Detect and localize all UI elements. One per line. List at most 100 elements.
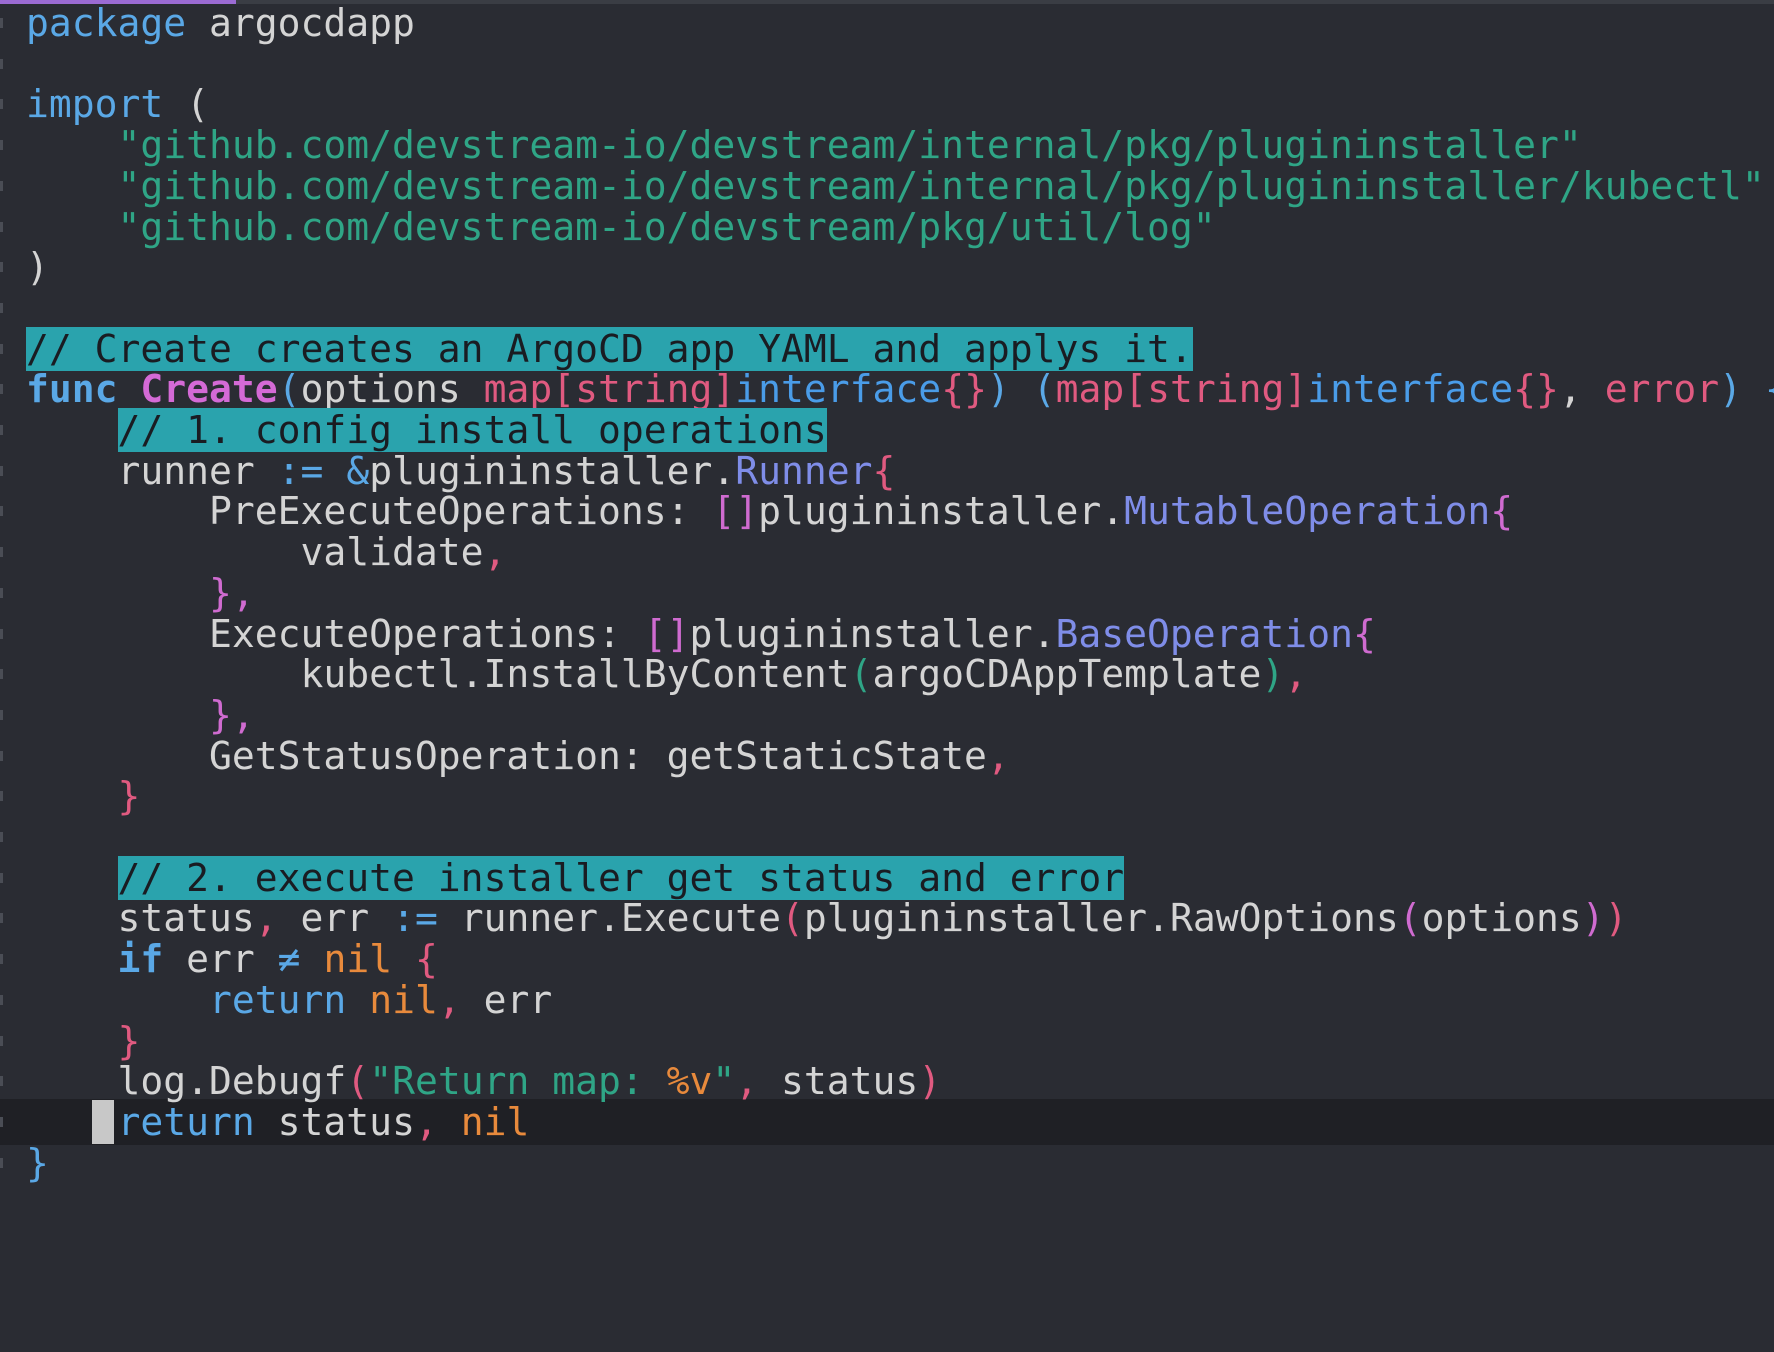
code-token: argocdapp [186,1,415,45]
gutter-marker [0,466,3,476]
code-token: nil [323,937,393,981]
code-token: , [437,978,461,1022]
gutter-marker [0,303,3,313]
code-token: "Return map: [369,1059,667,1103]
code-token: & [346,449,370,493]
code-token: { [414,937,438,981]
code-line[interactable]: GetStatusOperation: getStaticState, [26,733,1010,779]
gutter-marker [0,181,3,191]
code-line[interactable]: "github.com/devstream-io/devstream/pkg/u… [26,204,1216,250]
code-line[interactable]: kubectl.InstallByContent(argoCDAppTempla… [26,651,1308,697]
code-line[interactable]: if err ≠ nil { [26,936,438,982]
code-token: ) [1261,652,1285,696]
code-editor[interactable]: package argocdapp import ( "github.com/de… [0,0,1774,1352]
code-token: kubectl.InstallByContent [26,652,850,696]
code-token: { [1490,489,1514,533]
gutter-marker [0,18,3,28]
gutter-marker [0,669,3,679]
code-token: status [758,1059,919,1103]
code-token: } [117,1019,141,1063]
code-token: ) ( [986,367,1056,411]
gutter-marker [0,262,3,272]
code-token: interface [1307,367,1514,411]
code-token: ( [277,367,301,411]
code-line[interactable]: log.Debugf("Return map: %v", status) [26,1058,942,1104]
code-line[interactable]: // 1. config install operations [26,407,827,453]
code-line[interactable]: return nil, err [26,977,552,1023]
code-line[interactable]: validate, [26,529,507,575]
highlighted-comment: // 2. execute installer get status and e… [117,856,1125,900]
code-token: argoCDAppTemplate [872,652,1262,696]
code-line[interactable]: "github.com/devstream-io/devstream/inter… [26,122,1582,168]
gutter-marker [0,547,3,557]
code-token: plugininstaller.RawOptions [803,896,1399,940]
code-token: { [1352,612,1376,656]
code-token: ) [1581,896,1605,940]
code-token: plugininstaller. [369,449,736,493]
gutter-marker [0,995,3,1005]
code-token: status [26,896,255,940]
gutter-marker [0,1158,3,1168]
code-line[interactable]: return status, nil [26,1099,530,1145]
code-line[interactable]: }, [26,570,255,616]
code-token: "github.com/devstream-io/devstream/inter… [117,123,1582,167]
gutter-marker [0,425,3,435]
gutter-marker [0,832,3,842]
code-line[interactable]: PreExecuteOperations: []plugininstaller.… [26,488,1513,534]
gutter-marker [0,710,3,720]
code-line[interactable]: } [26,1140,49,1186]
code-token: := [392,896,438,940]
code-token: , [254,896,278,940]
code-token: , [483,530,507,574]
code-token: BaseOperation [1055,612,1353,656]
code-token: err [277,896,393,940]
code-token: "github.com/devstream-io/devstream/inter… [117,164,1765,208]
code-line[interactable]: status, err := runner.Execute(plugininst… [26,895,1628,941]
code-line[interactable]: func Create(options map[string]interface… [26,366,1774,412]
code-token: err [460,978,553,1022]
code-line[interactable]: }, [26,692,255,738]
code-token: [] [712,489,759,533]
code-token: ≠ [277,937,301,981]
code-token: if [117,937,164,981]
code-token: [] [643,612,690,656]
gutter-marker [0,954,3,964]
code-token: ) [918,1059,942,1103]
code-token: err [163,937,278,981]
code-line[interactable]: import ( [26,81,209,127]
gutter-marker [0,913,3,923]
code-token: options [1421,896,1582,940]
code-token: ) [26,245,49,289]
code-token: runner [26,449,278,493]
code-token: MutableOperation [1124,489,1491,533]
code-token: error [1604,367,1720,411]
highlighted-comment: // 1. config install operations [117,408,827,452]
code-line[interactable]: } [26,773,141,819]
code-token: PreExecuteOperations: [26,489,713,533]
code-token: " [712,1059,736,1103]
gutter-marker [0,751,3,761]
code-line[interactable]: "github.com/devstream-io/devstream/inter… [26,163,1765,209]
code-line[interactable]: package argocdapp [26,0,415,46]
code-token: "github.com/devstream-io/devstream/pkg/u… [117,205,1216,249]
gutter-marker [0,506,3,516]
code-token: validate [26,530,484,574]
code-token: ) { [1719,367,1774,411]
code-line[interactable]: ) [26,244,49,290]
gutter-marker [0,1117,3,1127]
code-token: , [986,734,1010,778]
code-token: GetStatusOperation: getStaticState [26,734,987,778]
